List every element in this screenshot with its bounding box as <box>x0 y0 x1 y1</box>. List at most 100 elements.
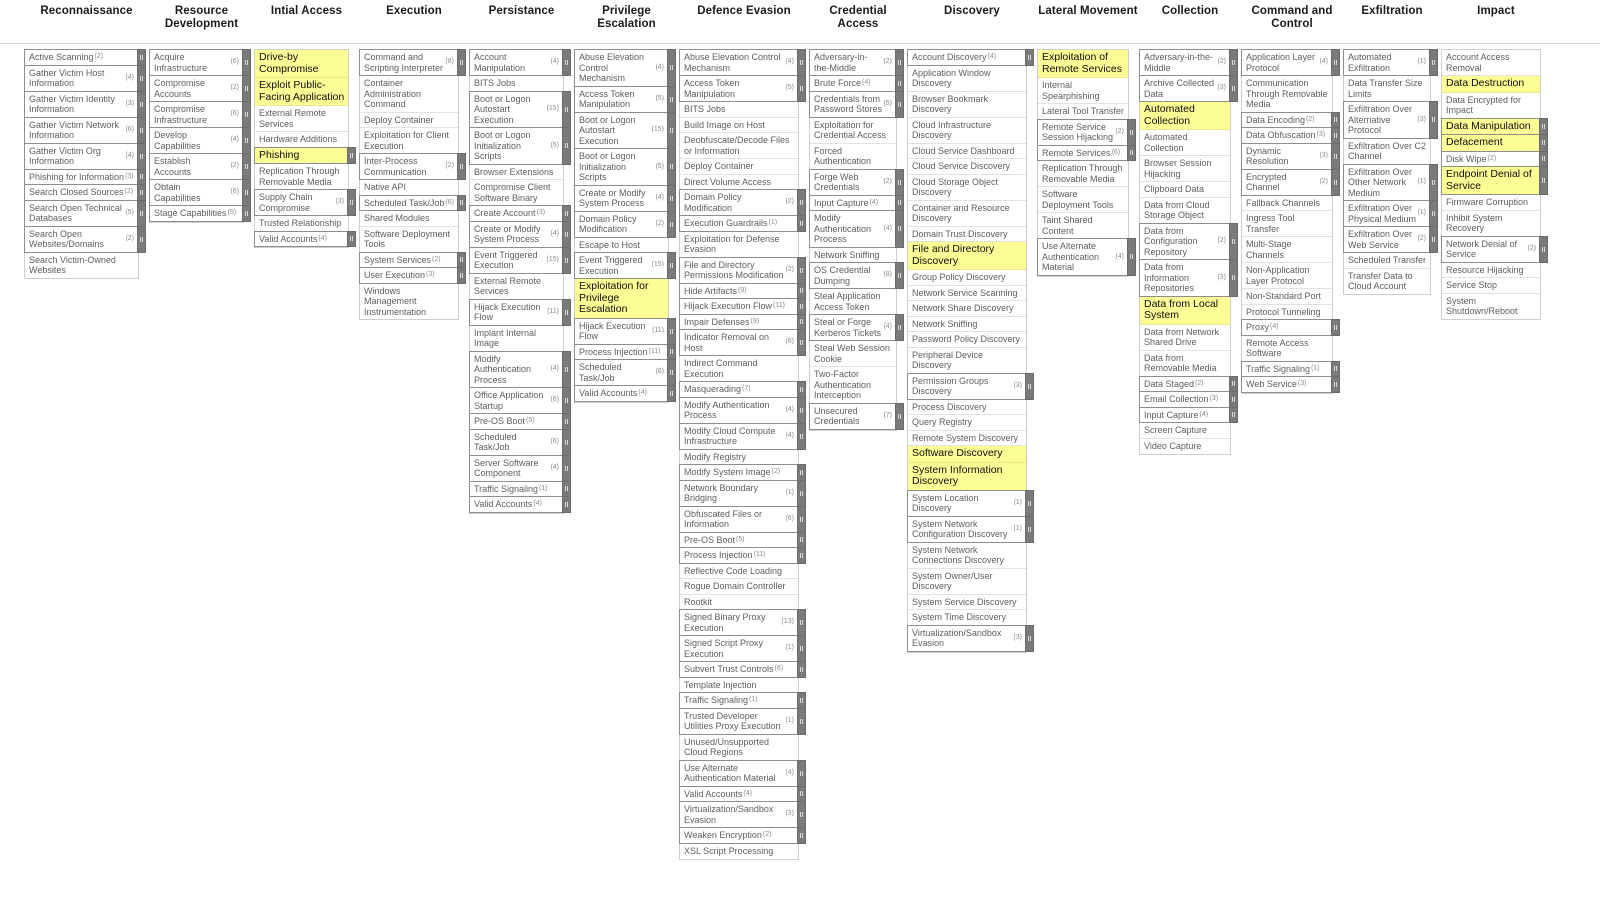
technique-cell[interactable]: Data from Information Repositories (3) <box>1139 259 1238 297</box>
expand-subtechniques-icon[interactable] <box>242 127 251 154</box>
expand-subtechniques-icon[interactable] <box>242 75 251 102</box>
expand-subtechniques-icon[interactable] <box>562 49 571 76</box>
technique-cell[interactable]: Boot or Logon Initialization Scripts (5) <box>469 127 571 165</box>
technique-cell[interactable]: Modify System Image (2) <box>679 464 806 481</box>
technique-cell[interactable]: Shared Modules <box>360 211 458 227</box>
technique-cell[interactable]: Hardware Additions <box>255 132 348 148</box>
technique-cell[interactable]: Exfiltration Over Other Network Medium (1… <box>1343 163 1438 201</box>
column-header-privilege-escalation[interactable]: Privilege Escalation <box>574 0 679 31</box>
technique-cell[interactable]: Data Destruction <box>1442 76 1540 93</box>
technique-cell[interactable]: Gather Victim Identity Information (3) <box>24 90 146 118</box>
expand-subtechniques-icon[interactable] <box>1331 127 1340 144</box>
technique-cell[interactable]: Brute Force (4) <box>809 75 904 92</box>
technique-cell[interactable]: Indirect Command Execution <box>680 356 798 382</box>
technique-cell[interactable]: Modify Authentication Process (4) <box>679 396 806 424</box>
expand-subtechniques-icon[interactable] <box>1331 360 1340 377</box>
expand-subtechniques-icon[interactable] <box>562 454 571 482</box>
expand-subtechniques-icon[interactable] <box>1229 49 1238 76</box>
technique-cell[interactable]: Develop Capabilities (4) <box>149 127 251 154</box>
technique-cell[interactable]: Network Sniffing <box>908 316 1026 332</box>
column-header-collection[interactable]: Collection <box>1139 0 1241 18</box>
technique-cell[interactable]: Unused/Unsupported Cloud Regions <box>680 734 798 761</box>
technique-cell[interactable]: Virtualization/Sandbox Evasion (3) <box>907 624 1034 652</box>
technique-cell[interactable]: User Execution (3) <box>359 267 466 284</box>
expand-subtechniques-icon[interactable] <box>562 127 571 165</box>
technique-cell[interactable]: External Remote Services <box>470 273 563 300</box>
technique-cell[interactable]: Escape to Host <box>575 237 668 253</box>
expand-subtechniques-icon[interactable] <box>137 90 146 118</box>
expand-subtechniques-icon[interactable] <box>1539 117 1548 135</box>
technique-cell[interactable]: Email Collection (3) <box>1139 391 1238 408</box>
technique-cell[interactable]: Exploitation for Privilege Escalation <box>575 279 668 319</box>
technique-cell[interactable]: Domain Trust Discovery <box>908 226 1026 242</box>
technique-cell[interactable]: Remote Services (6) <box>1037 144 1136 161</box>
expand-subtechniques-icon[interactable] <box>1331 168 1340 196</box>
column-header-discovery[interactable]: Discovery <box>907 0 1037 18</box>
expand-subtechniques-icon[interactable] <box>137 64 146 92</box>
expand-subtechniques-icon[interactable] <box>895 194 904 211</box>
expand-subtechniques-icon[interactable] <box>797 381 806 398</box>
technique-cell[interactable]: Non-Standard Port <box>1242 289 1332 305</box>
expand-subtechniques-icon[interactable] <box>137 142 146 170</box>
expand-subtechniques-icon[interactable] <box>895 314 904 341</box>
technique-cell[interactable]: Gather Victim Network Information (6) <box>24 116 146 144</box>
expand-subtechniques-icon[interactable] <box>797 49 806 76</box>
technique-cell[interactable]: Office Application Startup (6) <box>469 387 571 414</box>
expand-subtechniques-icon[interactable] <box>1331 111 1340 128</box>
technique-cell[interactable]: Stage Capabilities (5) <box>149 205 251 222</box>
technique-cell[interactable]: Execution Guardrails (1) <box>679 215 806 232</box>
technique-cell[interactable]: Hide Artifacts (9) <box>679 282 806 299</box>
technique-cell[interactable]: Exfiltration Over C2 Channel <box>1344 138 1430 165</box>
expand-subtechniques-icon[interactable] <box>1539 134 1548 152</box>
technique-cell[interactable]: Container Administration Command <box>360 76 458 113</box>
expand-subtechniques-icon[interactable] <box>1025 624 1034 652</box>
technique-cell[interactable]: Data from Configuration Repository (2) <box>1139 222 1238 260</box>
expand-subtechniques-icon[interactable] <box>797 189 806 216</box>
technique-cell[interactable]: Scheduled Task/Job (6) <box>359 194 466 211</box>
technique-cell[interactable]: Pre-OS Boot (5) <box>469 413 571 430</box>
technique-cell[interactable]: Remote System Discovery <box>908 430 1026 446</box>
technique-cell[interactable]: System Information Discovery <box>908 462 1026 491</box>
expand-subtechniques-icon[interactable] <box>242 205 251 222</box>
expand-subtechniques-icon[interactable] <box>137 168 146 185</box>
expand-subtechniques-icon[interactable] <box>1025 489 1034 517</box>
technique-cell[interactable]: Access Token Manipulation (5) <box>574 85 676 113</box>
technique-cell[interactable]: Event Triggered Execution (15) <box>574 252 676 279</box>
technique-cell[interactable]: Service Stop <box>1442 278 1540 294</box>
expand-subtechniques-icon[interactable] <box>562 298 571 326</box>
column-header-defence-evasion[interactable]: Defence Evasion <box>679 0 809 18</box>
expand-subtechniques-icon[interactable] <box>562 246 571 274</box>
technique-cell[interactable]: Dynamic Resolution (3) <box>1241 142 1340 170</box>
technique-cell[interactable]: Network Share Discovery <box>908 301 1026 317</box>
technique-cell[interactable]: Weaken Encryption (2) <box>679 827 806 844</box>
technique-cell[interactable]: Communication Through Removable Media <box>1242 76 1332 113</box>
expand-subtechniques-icon[interactable] <box>667 359 676 386</box>
technique-cell[interactable]: Search Open Technical Databases (5) <box>24 199 146 227</box>
technique-cell[interactable]: System Location Discovery (1) <box>907 489 1034 517</box>
expand-subtechniques-icon[interactable] <box>667 343 676 360</box>
technique-cell[interactable]: Active Scanning (2) <box>24 49 146 66</box>
technique-cell[interactable]: Inter-Process Communication (2) <box>359 153 466 180</box>
technique-cell[interactable]: Direct Volume Access <box>680 174 798 190</box>
technique-cell[interactable]: Create or Modify System Process (4) <box>469 220 571 248</box>
technique-cell[interactable]: Proxy (4) <box>1241 319 1340 336</box>
technique-cell[interactable]: Modify Registry <box>680 449 798 465</box>
technique-cell[interactable]: Peripheral Device Discovery <box>908 347 1026 374</box>
technique-cell[interactable]: Trusted Relationship <box>255 216 348 232</box>
technique-cell[interactable]: Data from Local System <box>1140 296 1230 325</box>
expand-subtechniques-icon[interactable] <box>1429 49 1438 76</box>
technique-cell[interactable]: Scheduled Task/Job (6) <box>574 359 676 386</box>
technique-cell[interactable]: Template Injection <box>680 677 798 693</box>
technique-cell[interactable]: Compromise Client Software Binary <box>470 180 563 206</box>
expand-subtechniques-icon[interactable] <box>137 184 146 201</box>
technique-cell[interactable]: Network Service Scanning <box>908 285 1026 301</box>
technique-cell[interactable]: Data Encoding (2) <box>1241 111 1340 128</box>
technique-cell[interactable]: Browser Session Hijacking <box>1140 156 1230 182</box>
technique-cell[interactable]: Domain Policy Modification (2) <box>574 210 676 238</box>
expand-subtechniques-icon[interactable] <box>895 168 904 196</box>
technique-cell[interactable]: Boot or Logon Initialization Scripts (5) <box>574 148 676 186</box>
technique-cell[interactable]: Traffic Signaling (1) <box>679 692 806 709</box>
expand-subtechniques-icon[interactable] <box>797 827 806 844</box>
technique-cell[interactable]: Modify Cloud Compute Infrastructure (4) <box>679 422 806 450</box>
technique-cell[interactable]: Container and Resource Discovery <box>908 200 1026 227</box>
